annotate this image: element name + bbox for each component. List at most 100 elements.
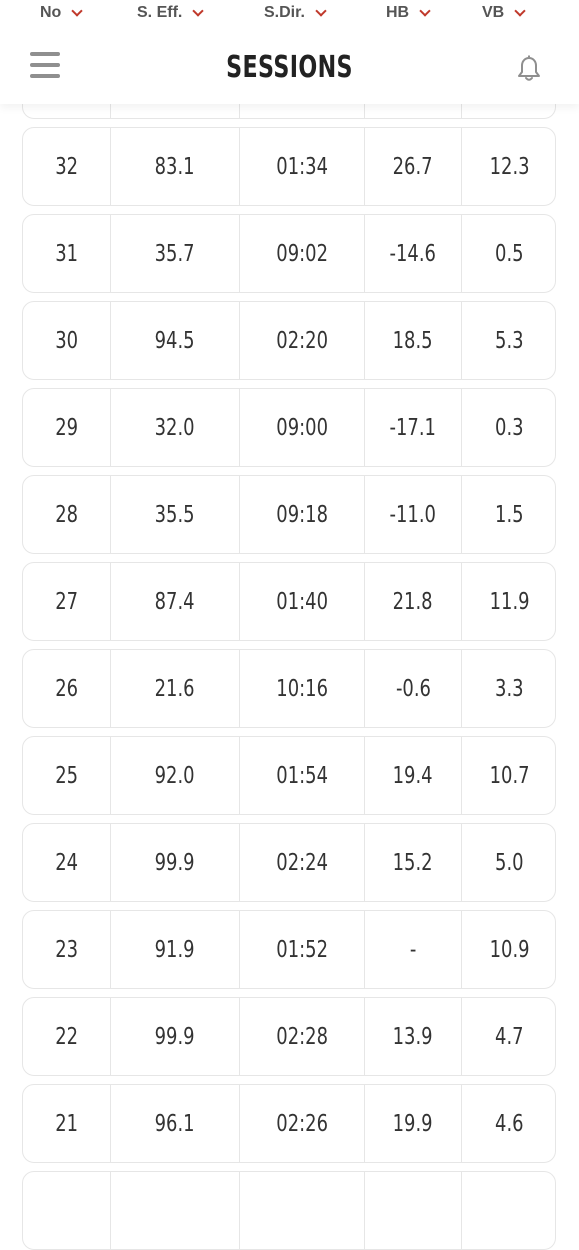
cell-hb-value: -0.6 (395, 675, 431, 702)
cell-no-value: 30 (55, 327, 78, 354)
cell-hb: 19.4 (365, 737, 462, 814)
session-row[interactable]: 28 35.5 09:18 -11.0 1.5 (22, 475, 556, 554)
session-row[interactable]: 29 32.0 09:00 -17.1 0.3 (22, 388, 556, 467)
cell-hb-value: -14.6 (389, 240, 437, 267)
cell-no-value: 32 (55, 153, 78, 180)
cell-session-direction-value: 02:20 (276, 327, 328, 354)
cell-session-direction-value: 10:16 (276, 675, 328, 702)
cell-hb-value: 21.8 (393, 588, 433, 615)
column-label: S.Dir. (264, 4, 305, 21)
cell-hb-value: -11.0 (389, 501, 437, 528)
cell-session-efficiency-value: 83.1 (155, 153, 195, 180)
cell-vb-value: 5.0 (495, 849, 524, 876)
cell-session-efficiency-value: 35.7 (155, 240, 195, 267)
cell-session-direction-value: 01:54 (276, 762, 328, 789)
cell-session-direction-value: 02:28 (276, 1023, 328, 1050)
cell-no: 23 (23, 911, 111, 988)
cell-no: 24 (23, 824, 111, 901)
cell-no: 29 (23, 389, 111, 466)
cell-session-direction: 02:28 (240, 998, 365, 1075)
cell-session-efficiency-value: 35.5 (155, 501, 195, 528)
cell-no-value: 27 (55, 588, 78, 615)
cell-session-efficiency: 83.1 (111, 128, 240, 205)
chevron-down-icon (192, 4, 205, 17)
session-row[interactable]: 31 35.7 09:02 -14.6 0.5 (22, 214, 556, 293)
cell-session-efficiency-value: 92.0 (155, 762, 195, 789)
chevron-down-icon (315, 4, 327, 17)
cell-vb (462, 1172, 557, 1249)
cell-session-efficiency-value: 99.9 (155, 1023, 195, 1050)
cell-hb: 26.7 (365, 128, 462, 205)
session-row[interactable]: 22 99.9 02:28 13.9 4.7 (22, 997, 556, 1076)
cell-session-direction: 02:24 (240, 824, 365, 901)
column-sort-bar: No S. Eff. S.Dir. HB VB (0, 0, 579, 26)
cell-no: 22 (23, 998, 111, 1075)
cell-hb-value: 18.5 (393, 327, 433, 354)
cell-session-efficiency: 99.9 (111, 824, 240, 901)
cell-no: 32 (23, 128, 111, 205)
cell-hb: 19.9 (365, 1085, 462, 1162)
cell-session-direction-value: 02:26 (276, 1110, 328, 1137)
cell-vb-value: 4.6 (495, 1110, 524, 1137)
sort-column-s-eff[interactable]: S. Eff. (137, 2, 205, 24)
cell-vb-value: 3.3 (495, 675, 524, 702)
cell-session-direction-value: 01:52 (276, 936, 328, 963)
cell-vb-value: 12.3 (489, 153, 530, 180)
session-row[interactable] (22, 1171, 556, 1250)
cell-session-direction-value: 09:18 (276, 501, 328, 528)
session-row[interactable]: 24 99.9 02:24 15.2 5.0 (22, 823, 556, 902)
sort-column-vb[interactable]: VB (482, 2, 526, 24)
cell-hb: 21.8 (365, 563, 462, 640)
sort-column-no[interactable]: No (40, 2, 83, 24)
cell-hb-value: - (409, 936, 417, 963)
sort-column-s-dir[interactable]: S.Dir. (264, 2, 327, 24)
cell-no: 31 (23, 215, 111, 292)
session-row[interactable]: 25 92.0 01:54 19.4 10.7 (22, 736, 556, 815)
cell-session-direction: 01:40 (240, 563, 365, 640)
cell-session-efficiency: 35.5 (111, 476, 240, 553)
cell-hb: 13.9 (365, 998, 462, 1075)
cell-hb: 15.2 (365, 824, 462, 901)
session-row[interactable]: 23 91.9 01:52 - 10.9 (22, 910, 556, 989)
cell-vb: 3.3 (462, 650, 557, 727)
cell-session-efficiency: 96.1 (111, 1085, 240, 1162)
sessions-list: 32 83.1 01:34 26.7 12.3 31 35.7 09:02 -14.6 0.5 30… (0, 0, 579, 1250)
column-label: VB (482, 4, 505, 21)
cell-no: 25 (23, 737, 111, 814)
cell-no-value: 26 (55, 675, 78, 702)
cell-session-efficiency-value: 99.9 (155, 849, 195, 876)
bell-icon[interactable] (514, 52, 544, 82)
hamburger-menu-icon[interactable] (30, 52, 60, 78)
sort-column-hb[interactable]: HB (386, 2, 431, 24)
cell-vb: 10.9 (462, 911, 557, 988)
session-row[interactable]: 27 87.4 01:40 21.8 11.9 (22, 562, 556, 641)
cell-vb: 0.3 (462, 389, 557, 466)
cell-no: 30 (23, 302, 111, 379)
cell-session-efficiency: 21.6 (111, 650, 240, 727)
session-row[interactable]: 32 83.1 01:34 26.7 12.3 (22, 127, 556, 206)
cell-no-value: 29 (55, 414, 78, 441)
chevron-down-icon (514, 4, 526, 17)
cell-session-direction: 01:34 (240, 128, 365, 205)
session-row[interactable]: 21 96.1 02:26 19.9 4.6 (22, 1084, 556, 1163)
cell-session-efficiency-value: 21.6 (155, 675, 195, 702)
cell-session-efficiency: 99.9 (111, 998, 240, 1075)
cell-hb-value: 26.7 (393, 153, 433, 180)
cell-no-value: 28 (55, 501, 78, 528)
cell-hb-value: 19.9 (393, 1110, 433, 1137)
cell-no-value: 24 (55, 849, 78, 876)
cell-session-direction (240, 1172, 365, 1249)
cell-session-direction: 02:26 (240, 1085, 365, 1162)
session-row[interactable]: 26 21.6 10:16 -0.6 3.3 (22, 649, 556, 728)
session-row[interactable]: 30 94.5 02:20 18.5 5.3 (22, 301, 556, 380)
cell-no-value: 22 (55, 1023, 78, 1050)
cell-session-efficiency: 91.9 (111, 911, 240, 988)
cell-session-efficiency: 92.0 (111, 737, 240, 814)
cell-hb: - (365, 911, 462, 988)
column-label: S. Eff. (137, 4, 183, 21)
cell-session-direction-value: 02:24 (276, 849, 328, 876)
chevron-down-icon (419, 4, 431, 17)
cell-session-direction: 01:52 (240, 911, 365, 988)
cell-no: 26 (23, 650, 111, 727)
column-label: No (40, 4, 62, 21)
